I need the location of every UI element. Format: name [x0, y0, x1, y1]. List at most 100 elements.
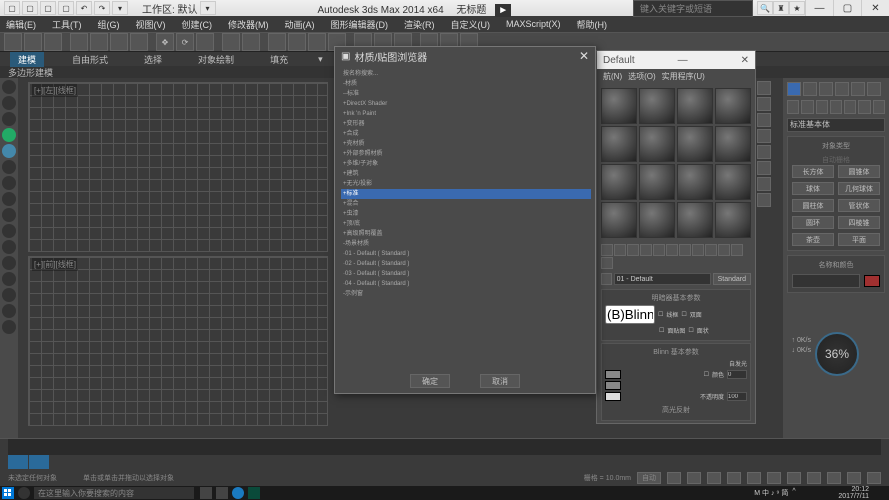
- material-editor-titlebar[interactable]: Default — ✕: [597, 51, 755, 69]
- btn-cylinder[interactable]: 圆柱体: [792, 199, 834, 212]
- app-menu-icon[interactable]: ▢: [4, 1, 20, 15]
- minimize-icon[interactable]: —: [678, 55, 688, 66]
- systems-icon[interactable]: [873, 100, 885, 114]
- tool-16[interactable]: [2, 320, 16, 334]
- btn-geosphere[interactable]: 几何球体: [838, 182, 880, 195]
- object-color-swatch[interactable]: [864, 275, 880, 287]
- goto-end-icon[interactable]: [767, 472, 781, 484]
- viewport-label-tl[interactable]: [+][左][线框]: [32, 84, 78, 97]
- scale-icon[interactable]: [196, 33, 214, 51]
- slot-15[interactable]: [677, 202, 713, 238]
- time-slider[interactable]: [8, 439, 881, 455]
- slot-6[interactable]: [639, 126, 675, 162]
- cpu-gauge[interactable]: 36%: [815, 332, 859, 376]
- viewport-top-left[interactable]: [28, 82, 328, 252]
- make-copy-icon[interactable]: [653, 244, 665, 256]
- show-map-icon[interactable]: [705, 244, 717, 256]
- slot-11[interactable]: [677, 164, 713, 200]
- list-item[interactable]: +高级照明覆盖: [341, 229, 591, 239]
- tab-populate[interactable]: 填充: [262, 52, 296, 67]
- video-check-icon[interactable]: [757, 145, 771, 159]
- specular-swatch[interactable]: [605, 392, 621, 401]
- slot-16[interactable]: [715, 202, 751, 238]
- list-item[interactable]: +建筑: [341, 169, 591, 179]
- tab-modeling[interactable]: 建模: [10, 52, 44, 67]
- list-item[interactable]: ·02 - Default ( Standard ): [341, 259, 591, 269]
- me-menu-util[interactable]: 实用程序(U): [662, 71, 705, 82]
- slot-1[interactable]: [601, 88, 637, 124]
- search-icon[interactable]: 🔍: [757, 1, 773, 15]
- redo-icon[interactable]: ↷: [94, 1, 110, 15]
- unlink-icon[interactable]: [24, 33, 42, 51]
- select-by-mat-icon[interactable]: [757, 193, 771, 207]
- key-2[interactable]: [29, 455, 49, 469]
- prev-frame-icon[interactable]: [727, 472, 741, 484]
- close-button[interactable]: ✕: [861, 0, 889, 16]
- menu-help[interactable]: 帮助(H): [577, 18, 608, 31]
- tool-1[interactable]: [2, 80, 16, 94]
- list-item[interactable]: +合成: [341, 129, 591, 139]
- shader-type-dropdown[interactable]: [605, 305, 655, 324]
- list-item[interactable]: ·01 - Default ( Standard ): [341, 249, 591, 259]
- list-item[interactable]: +多维/子对象: [341, 159, 591, 169]
- chevron-icon[interactable]: ▾: [318, 54, 323, 65]
- tab-objectpaint[interactable]: 对象绘制: [190, 52, 242, 67]
- btn-plane[interactable]: 平面: [838, 233, 880, 246]
- list-item[interactable]: +外部参照材质: [341, 149, 591, 159]
- list-item[interactable]: -材质: [341, 79, 591, 89]
- move-icon[interactable]: ✥: [156, 33, 174, 51]
- timeline[interactable]: [0, 438, 889, 470]
- pivot-icon[interactable]: [242, 33, 260, 51]
- explorer-icon[interactable]: [216, 487, 228, 499]
- tool-14[interactable]: [2, 288, 16, 302]
- diffuse-swatch[interactable]: [605, 381, 621, 390]
- tab-display-icon[interactable]: [851, 82, 865, 96]
- start-button[interactable]: [2, 487, 14, 499]
- taskbar-clock[interactable]: 20:12 2017/7/11: [834, 486, 873, 500]
- menu-views[interactable]: 视图(V): [136, 18, 166, 31]
- select-name-icon[interactable]: [90, 33, 108, 51]
- tool-2[interactable]: [2, 96, 16, 110]
- tool-15[interactable]: [2, 304, 16, 318]
- play-icon[interactable]: [667, 472, 681, 484]
- make-unique-icon[interactable]: [666, 244, 678, 256]
- next-frame-icon[interactable]: [747, 472, 761, 484]
- sample-uv-icon[interactable]: [757, 129, 771, 143]
- opacity-spinner[interactable]: [727, 392, 747, 401]
- make-preview-icon[interactable]: [757, 161, 771, 175]
- pick-icon[interactable]: [601, 273, 612, 285]
- go-sibling-icon[interactable]: [601, 257, 613, 269]
- selfillum-spinner[interactable]: [727, 370, 747, 379]
- menu-grapheditors[interactable]: 图形编辑器(D): [331, 18, 389, 31]
- btn-tube[interactable]: 管状体: [838, 199, 880, 212]
- put-to-lib-icon[interactable]: [679, 244, 691, 256]
- material-name-input[interactable]: [614, 273, 711, 285]
- menu-rendering[interactable]: 渲染(R): [404, 18, 435, 31]
- workspace-dropdown-icon[interactable]: ▾: [200, 1, 216, 15]
- facemap-check[interactable]: 面贴图: [667, 326, 685, 335]
- nav-1-icon[interactable]: [807, 472, 821, 484]
- tool-11[interactable]: [2, 240, 16, 254]
- material-browser-titlebar[interactable]: ▣ 材质/贴图浏览器 ✕: [335, 47, 595, 65]
- link-icon[interactable]: [4, 33, 22, 51]
- nav-2-icon[interactable]: [827, 472, 841, 484]
- btn-cone[interactable]: 圆锥体: [838, 165, 880, 178]
- tab-freeform[interactable]: 自由形式: [64, 52, 116, 67]
- material-browser-close-icon[interactable]: ✕: [579, 49, 589, 63]
- cameras-icon[interactable]: [830, 100, 842, 114]
- menu-maxscript[interactable]: MAXScript(X): [506, 19, 561, 29]
- put-to-scene-icon[interactable]: [614, 244, 626, 256]
- tool-6[interactable]: [2, 160, 16, 174]
- ok-button[interactable]: 确定: [410, 374, 450, 388]
- open-icon[interactable]: ▢: [40, 1, 56, 15]
- list-item[interactable]: +虫漆: [341, 209, 591, 219]
- tool-4[interactable]: [2, 128, 16, 142]
- percent-snap-icon[interactable]: [308, 33, 326, 51]
- help-search-input[interactable]: 键入关键字或短语: [633, 0, 753, 17]
- viewport-label-bl[interactable]: [+][前][线框]: [32, 258, 78, 271]
- spacewarps-icon[interactable]: [858, 100, 870, 114]
- star-icon[interactable]: ★: [789, 1, 805, 15]
- tool-3[interactable]: [2, 112, 16, 126]
- save-icon[interactable]: ▢: [58, 1, 74, 15]
- wire-check[interactable]: 线框: [666, 310, 678, 319]
